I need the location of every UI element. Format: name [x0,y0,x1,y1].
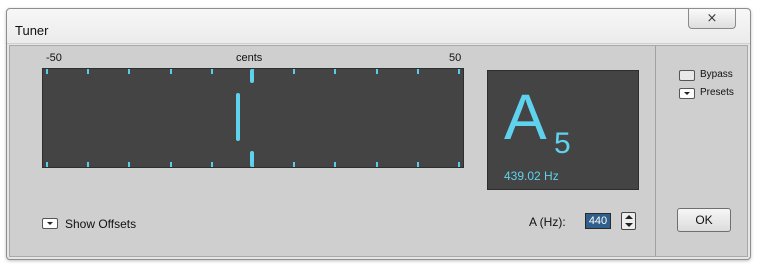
spinner-up-icon[interactable] [625,215,633,219]
note-name: A [504,81,547,153]
a-hz-spinner[interactable] [621,212,636,230]
meter-tick-bottom [252,162,254,167]
meter-tick-top [293,69,295,74]
meter-tick-top [170,69,172,74]
bypass-label[interactable]: Bypass [700,69,733,80]
meter-tick-top [458,69,460,74]
right-panel: Bypass Presets OK [655,46,747,256]
frequency-readout: 439.02 Hz [504,169,559,183]
ok-button[interactable]: OK [677,208,731,232]
tuner-client-area: -50 cents 50 A 5 439.02 Hz Show Offsets … [9,45,748,257]
meter-tick-top [87,69,89,74]
window-title: Tuner [15,23,49,38]
meter-tick-bottom [211,162,213,167]
needle-center-segment [236,93,240,141]
show-offsets-label[interactable]: Show Offsets [65,217,136,231]
meter-tick-top [334,69,336,74]
note-display: A 5 439.02 Hz [487,70,639,190]
cents-meter [42,68,464,168]
scale-label-left: -50 [46,52,62,64]
meter-tick-bottom [376,162,378,167]
meter-tick-bottom [417,162,419,167]
title-bar[interactable]: Tuner ⨯ [7,9,750,44]
scale-label-center: cents [236,52,263,64]
meter-tick-top [376,69,378,74]
spinner-down-icon[interactable] [625,223,633,227]
meter-tick-bottom [46,162,48,167]
meter-tick-bottom [128,162,130,167]
meter-tick-top [252,69,254,74]
presets-label[interactable]: Presets [700,87,734,98]
scale-label-right: 50 [449,52,462,64]
bypass-toggle[interactable] [679,70,695,81]
meter-tick-top [128,69,130,74]
meter-tick-top [417,69,419,74]
meter-tick-top [46,69,48,74]
note-octave: 5 [554,127,571,160]
show-offsets-dropdown-icon[interactable] [42,218,58,229]
a-hz-input[interactable]: 440 [585,213,611,229]
close-icon: ⨯ [706,10,718,25]
meter-tick-bottom [293,162,295,167]
close-button[interactable]: ⨯ [688,9,736,29]
meter-tick-top [211,69,213,74]
tuner-window: Tuner ⨯ -50 cents 50 A 5 439.02 Hz Show … [6,8,751,260]
presets-dropdown-icon[interactable] [679,88,695,99]
a-hz-label: A (Hz): [529,215,566,229]
meter-tick-bottom [170,162,172,167]
meter-tick-bottom [334,162,336,167]
meter-tick-bottom [87,162,89,167]
meter-tick-bottom [458,162,460,167]
